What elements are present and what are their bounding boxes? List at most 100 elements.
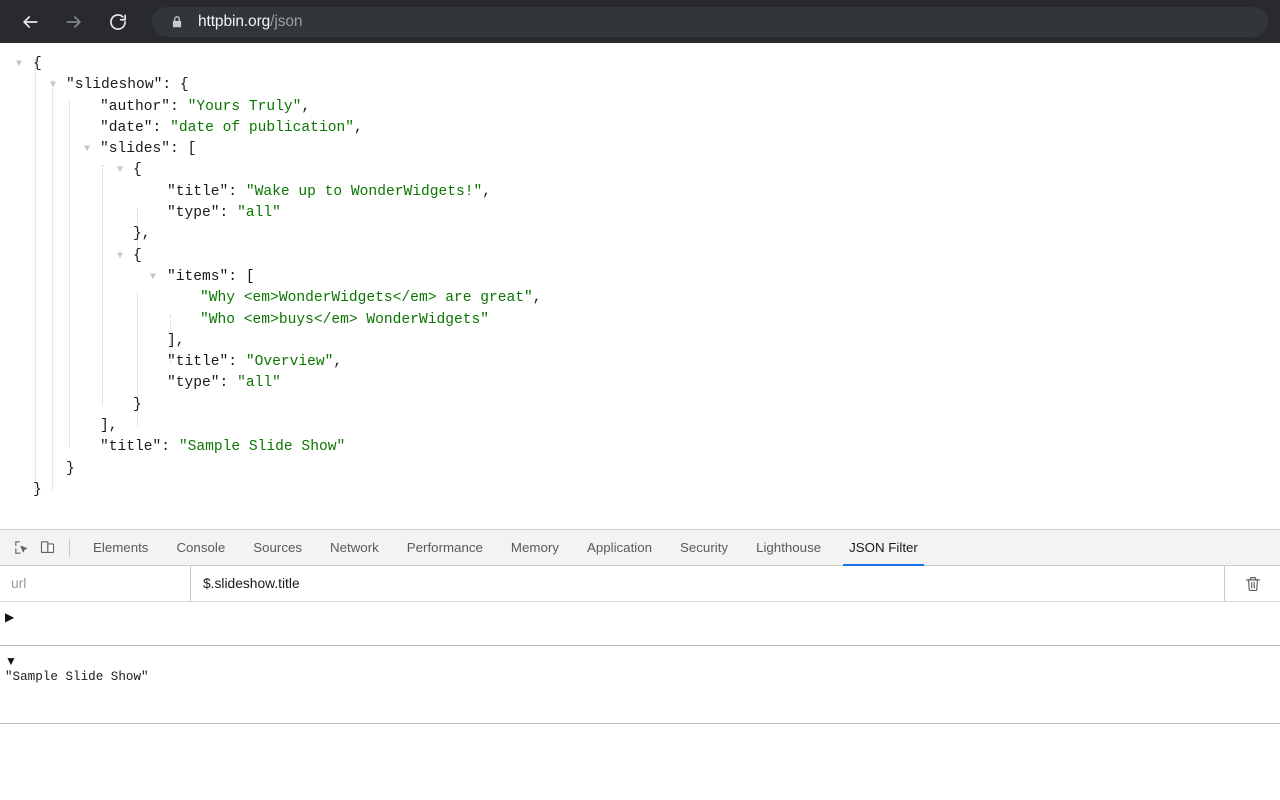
- disclosure-triangle-icon[interactable]: ▼: [14, 54, 24, 75]
- back-button[interactable]: [12, 4, 48, 40]
- reload-icon: [108, 12, 128, 32]
- tab-network[interactable]: Network: [316, 530, 393, 566]
- tab-console[interactable]: Console: [162, 530, 239, 566]
- tab-lighthouse[interactable]: Lighthouse: [742, 530, 835, 566]
- json-line-text: "author": "Yours Truly",: [100, 97, 310, 118]
- url-path: /json: [270, 13, 302, 31]
- json-token: "slides": [: [100, 141, 196, 157]
- json-line: ▼{: [0, 54, 1280, 75]
- disclosure-triangle-icon[interactable]: ▼: [148, 267, 158, 288]
- filter-results-list: ▶ ▼"Sample Slide Show": [0, 602, 1280, 724]
- address-bar[interactable]: httpbin.org/json: [152, 7, 1268, 37]
- json-token: {: [133, 162, 142, 178]
- json-line-text: "title": "Wake up to WonderWidgets!",: [167, 182, 491, 203]
- json-line-text: "Why <em>WonderWidgets</em> are great",: [200, 288, 542, 309]
- json-line-text: "type": "all": [167, 373, 281, 394]
- json-line-text: "title": "Sample Slide Show": [100, 437, 345, 458]
- filter-result-panel: ▶: [0, 602, 1280, 646]
- clear-filter-button[interactable]: [1224, 566, 1280, 601]
- json-token: ,: [333, 354, 342, 370]
- json-line-text: }: [133, 395, 142, 416]
- devtools-tabbar: ElementsConsoleSourcesNetworkPerformance…: [0, 530, 1280, 566]
- json-token: ],: [100, 418, 118, 434]
- json-token: ,: [533, 290, 542, 306]
- json-line-text: },: [133, 224, 151, 245]
- json-line: "author": "Yours Truly",: [0, 97, 1280, 118]
- json-filter-row: url $.slideshow.title: [0, 566, 1280, 602]
- tab-performance[interactable]: Performance: [393, 530, 497, 566]
- json-line-text: "date": "date of publication",: [100, 118, 363, 139]
- json-line-text: "slides": [: [100, 139, 196, 160]
- json-line-text: "items": [: [167, 267, 255, 288]
- tab-sources[interactable]: Sources: [239, 530, 316, 566]
- json-token: {: [133, 248, 142, 264]
- url-input[interactable]: url: [0, 566, 191, 601]
- json-string-value: "Who <em>buys</em> WonderWidgets": [200, 312, 489, 328]
- tab-elements[interactable]: Elements: [79, 530, 162, 566]
- json-line: ],: [0, 331, 1280, 352]
- device-toolbar-icon: [39, 539, 56, 556]
- arrow-right-icon: [64, 12, 84, 32]
- jsonpath-expression-input[interactable]: $.slideshow.title: [191, 566, 1224, 601]
- tab-application[interactable]: Application: [573, 530, 666, 566]
- json-line-text: {: [133, 246, 142, 267]
- disclosure-triangle-icon[interactable]: ▼: [115, 160, 125, 181]
- json-line: },: [0, 224, 1280, 245]
- json-line-text: "type": "all": [167, 203, 281, 224]
- collapse-result-icon[interactable]: ▼: [5, 655, 17, 667]
- json-string-value: "date of publication": [170, 120, 354, 136]
- json-line-text: }: [33, 480, 42, 501]
- json-line-text: ],: [167, 331, 185, 352]
- json-line: ],: [0, 416, 1280, 437]
- json-line: }: [0, 395, 1280, 416]
- json-token: }: [33, 482, 42, 498]
- forward-button[interactable]: [56, 4, 92, 40]
- json-token: "title":: [167, 354, 246, 370]
- json-token: "type":: [167, 205, 237, 221]
- devtools-panel: ElementsConsoleSourcesNetworkPerformance…: [0, 529, 1280, 800]
- disclosure-triangle-icon[interactable]: ▼: [48, 75, 58, 96]
- browser-toolbar: httpbin.org/json: [0, 0, 1280, 43]
- json-string-value: "all": [237, 205, 281, 221]
- json-line-text: {: [33, 54, 42, 75]
- reload-button[interactable]: [100, 4, 136, 40]
- tab-json-filter[interactable]: JSON Filter: [835, 530, 932, 566]
- json-string-value: "Wake up to WonderWidgets!": [246, 184, 482, 200]
- json-token: }: [133, 397, 142, 413]
- json-token: {: [33, 56, 42, 72]
- disclosure-triangle-icon[interactable]: ▼: [82, 139, 92, 160]
- json-line: "title": "Sample Slide Show": [0, 437, 1280, 458]
- json-token: "title":: [167, 184, 246, 200]
- json-string-value: "Yours Truly": [188, 99, 302, 115]
- device-toolbar-button[interactable]: [34, 535, 60, 561]
- inspect-element-button[interactable]: [8, 535, 34, 561]
- json-token: ,: [301, 99, 310, 115]
- json-token: "date":: [100, 120, 170, 136]
- json-token: "items": [: [167, 269, 255, 285]
- json-line-text: "title": "Overview",: [167, 352, 342, 373]
- json-line: "Who <em>buys</em> WonderWidgets": [0, 310, 1280, 331]
- trash-icon: [1244, 575, 1262, 593]
- json-token: "title":: [100, 439, 179, 455]
- lock-icon: [170, 15, 184, 29]
- json-line-text: "slideshow": {: [66, 75, 189, 96]
- toolbar-divider: [69, 539, 70, 557]
- url-host: httpbin.org: [198, 13, 270, 31]
- disclosure-triangle-icon[interactable]: ▼: [115, 246, 125, 267]
- tab-memory[interactable]: Memory: [497, 530, 573, 566]
- json-document-viewer: ▼{▼"slideshow": {"author": "Yours Truly"…: [0, 43, 1280, 529]
- filter-result-value: "Sample Slide Show": [0, 646, 1280, 684]
- tab-security[interactable]: Security: [666, 530, 742, 566]
- json-token: "slideshow": {: [66, 77, 189, 93]
- json-string-value: "Overview": [246, 354, 334, 370]
- json-token: },: [133, 226, 151, 242]
- json-line-text: ],: [100, 416, 118, 437]
- json-line-text: "Who <em>buys</em> WonderWidgets": [200, 310, 489, 331]
- expand-result-icon[interactable]: ▶: [5, 611, 14, 623]
- json-line: "type": "all": [0, 203, 1280, 224]
- json-token: ,: [354, 120, 363, 136]
- json-line: "title": "Overview",: [0, 352, 1280, 373]
- json-token: ],: [167, 333, 185, 349]
- inspect-element-icon: [13, 539, 30, 556]
- json-line: "Why <em>WonderWidgets</em> are great",: [0, 288, 1280, 309]
